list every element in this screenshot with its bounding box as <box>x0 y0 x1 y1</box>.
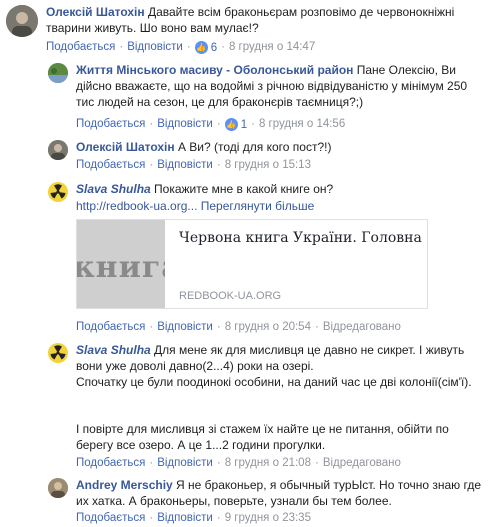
avatar[interactable] <box>48 63 68 83</box>
avatar[interactable] <box>48 343 68 363</box>
see-more-link[interactable]: Переглянути більше <box>201 199 315 213</box>
reply-link[interactable]: Відповісти <box>157 457 213 469</box>
timestamp[interactable]: 8 грудня о 14:47 <box>229 41 315 53</box>
reply-link[interactable]: Відповісти <box>157 118 213 130</box>
comment-text: Спочатку це були поодинокі особини, на д… <box>76 375 472 389</box>
timestamp[interactable]: 9 грудня о 23:35 <box>225 512 311 524</box>
thumbs-up-icon: 👍 <box>224 118 238 131</box>
timestamp[interactable]: 8 грудня о 14:56 <box>259 118 345 130</box>
avatar[interactable] <box>48 140 68 160</box>
link-preview-image: книга <box>77 220 165 308</box>
like-link[interactable]: Подобається <box>76 321 145 333</box>
like-link[interactable]: Подобається <box>76 512 145 524</box>
radiation-icon <box>48 182 68 202</box>
comment-author[interactable]: Slava Shulha <box>76 182 151 196</box>
avatar[interactable] <box>48 478 68 498</box>
radiation-icon <box>48 343 68 363</box>
comment-text: І повірте для мисливця зі стажем їх найт… <box>76 422 449 452</box>
reply-link[interactable]: Відповісти <box>127 41 183 53</box>
like-link[interactable]: Подобається <box>76 118 145 130</box>
comment-text: А Ви? (тоді для кого пост?!) <box>177 140 332 154</box>
thumbs-up-icon: 👍 <box>194 41 208 54</box>
link-preview-card[interactable]: книга Червона книга України. Головна RED… <box>76 219 428 309</box>
link-preview-title[interactable]: Червона книга України. Головна <box>179 230 422 246</box>
reply-link[interactable]: Відповісти <box>157 321 213 333</box>
edited-label[interactable]: Відредаговано <box>323 457 401 469</box>
comment-author[interactable]: Andrey Merschiy <box>76 478 173 492</box>
edited-label[interactable]: Відредаговано <box>323 321 401 333</box>
reply-link[interactable]: Відповісти <box>157 512 213 524</box>
comment-author[interactable]: Олексій Шатохін <box>46 5 145 19</box>
comment-text: Покажите мне в какой книге он? <box>154 182 334 196</box>
avatar[interactable] <box>6 5 38 37</box>
reply-link[interactable]: Відповісти <box>157 159 213 171</box>
like-link[interactable]: Подобається <box>76 159 145 171</box>
link-preview-domain: REDBOOK-UA.ORG <box>179 290 282 302</box>
timestamp[interactable]: 8 грудня о 21:08 <box>225 457 311 469</box>
comment-link[interactable]: http://redbook-ua.org... <box>76 199 197 213</box>
timestamp[interactable]: 8 грудня о 20:54 <box>225 321 311 333</box>
comment-author[interactable]: Олексій Шатохін <box>76 140 175 154</box>
like-link[interactable]: Подобається <box>76 457 145 469</box>
reaction-count[interactable]: 👍 1 <box>224 118 247 132</box>
like-link[interactable]: Подобається <box>46 41 115 53</box>
timestamp[interactable]: 8 грудня о 15:13 <box>225 159 311 171</box>
preview-image-word: книга <box>77 250 165 285</box>
comment-author[interactable]: Життя Мінського масиву - Оболонський рай… <box>76 63 353 77</box>
reaction-count[interactable]: 👍 6 <box>194 41 217 55</box>
comment-author[interactable]: Slava Shulha <box>76 343 151 357</box>
avatar[interactable] <box>48 182 68 202</box>
